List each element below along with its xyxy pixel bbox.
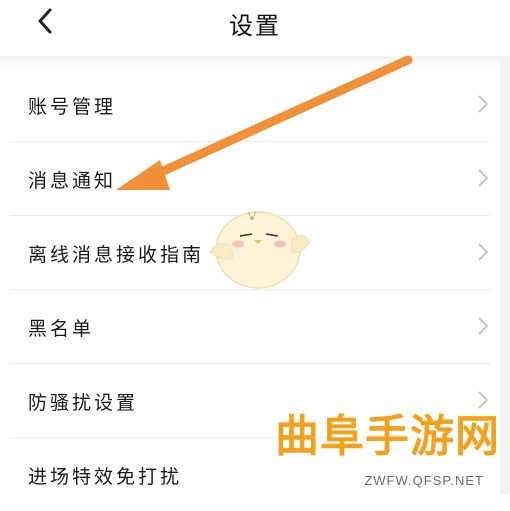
chick-mascot-icon (209, 210, 311, 289)
settings-item-label: 进场特效免打扰 (28, 466, 183, 488)
chevron-right-icon (478, 317, 489, 335)
chevron-right-icon (478, 243, 489, 261)
watermark-brand: 曲阜手游网 (275, 411, 500, 462)
watermark-url: ZWFW.QFSP.NET (364, 473, 484, 488)
top-nav-bar: 设置 (0, 0, 510, 56)
settings-item-label: 离线消息接收指南 (28, 244, 205, 266)
scrollbar-track[interactable] (500, 58, 510, 494)
page-title: 设置 (229, 12, 281, 40)
settings-item-label: 账号管理 (28, 96, 117, 118)
chevron-right-icon (478, 169, 489, 187)
settings-item-account-management[interactable]: 账号管理 (10, 68, 490, 142)
header-divider (0, 56, 510, 68)
chevron-right-icon (478, 95, 489, 113)
settings-item-label: 防骚扰设置 (28, 392, 139, 414)
settings-item-label: 黑名单 (28, 318, 95, 340)
settings-item-blacklist[interactable]: 黑名单 (10, 290, 490, 364)
settings-item-label: 消息通知 (28, 170, 117, 192)
